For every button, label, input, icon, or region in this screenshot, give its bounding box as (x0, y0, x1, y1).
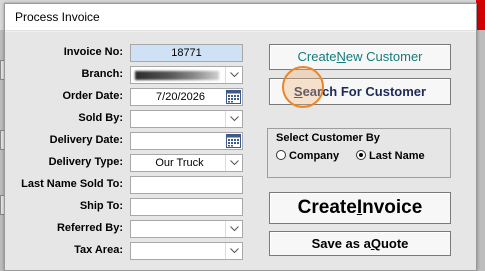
select-customer-by-group: Select Customer By Company Last Name (267, 128, 451, 178)
radio-last-name[interactable]: Last Name (356, 150, 425, 162)
create-new-customer-button[interactable]: Create New Customer (269, 44, 451, 70)
search-customer-label-post: earch For Customer (302, 84, 427, 99)
select-customer-by-title: Select Customer By (276, 132, 380, 144)
delivery-type-dropdown-button[interactable] (225, 155, 242, 171)
chevron-down-icon (230, 160, 239, 166)
sold-by-select[interactable] (130, 110, 243, 128)
branch-dropdown-button[interactable] (225, 67, 242, 83)
delivery-date-label: Delivery Date: (49, 134, 123, 146)
create-new-customer-accesskey: N (336, 49, 346, 64)
last-name-sold-to-field[interactable] (130, 176, 243, 194)
branch-redacted-value (135, 71, 219, 80)
radio-company[interactable]: Company (276, 150, 339, 162)
search-customer-accesskey: S (293, 84, 303, 99)
calendar-icon (226, 134, 241, 148)
delivery-type-select[interactable]: Our Truck (130, 154, 243, 172)
radio-icon (276, 150, 286, 160)
dialog-title: Process Invoice (15, 10, 100, 24)
create-invoice-button[interactable]: Create Invoice (269, 192, 451, 224)
calendar-icon (226, 90, 241, 104)
radio-icon (356, 150, 366, 160)
dialog-titlebar[interactable]: Process Invoice (5, 4, 476, 31)
create-new-customer-label-post: ew Customer (345, 49, 423, 64)
branch-label: Branch: (81, 68, 123, 80)
sold-by-dropdown-button[interactable] (225, 111, 242, 127)
ship-to-field[interactable] (130, 198, 243, 216)
referred-by-dropdown-button[interactable] (225, 221, 242, 237)
create-new-customer-label-pre: Create (297, 49, 337, 64)
invoice-no-field[interactable]: 18771 (130, 44, 243, 62)
invoice-no-label: Invoice No: (63, 46, 123, 58)
save-quote-accesskey: Q (370, 236, 381, 251)
tax-area-dropdown-button[interactable] (225, 243, 242, 259)
process-invoice-dialog: Process Invoice Invoice No: Branch: Orde… (4, 3, 477, 271)
referred-by-label: Referred By: (56, 222, 123, 234)
radio-company-label: Company (289, 150, 340, 162)
ship-to-label: Ship To: (79, 200, 123, 212)
last-name-sold-to-label: Last Name Sold To: (21, 178, 123, 190)
save-as-quote-button[interactable]: Save as a Quote (269, 231, 451, 256)
invoice-no-value: 18771 (171, 47, 202, 59)
order-date-label: Order Date: (62, 90, 123, 102)
chevron-down-icon (230, 116, 239, 122)
tax-area-select[interactable] (130, 242, 243, 260)
save-quote-label-pre: Save as a (311, 236, 371, 251)
chevron-down-icon (230, 226, 239, 232)
branch-select[interactable] (130, 66, 243, 84)
chevron-down-icon (230, 248, 239, 254)
delivery-date-field[interactable] (130, 132, 243, 150)
referred-by-select[interactable] (130, 220, 243, 238)
search-for-customer-button[interactable]: Search For Customer (269, 78, 451, 105)
radio-last-name-label: Last Name (369, 150, 425, 162)
delivery-type-label: Delivery Type: (48, 156, 123, 168)
delivery-date-calendar-button[interactable] (226, 134, 241, 148)
tax-area-label: Tax Area: (74, 244, 123, 256)
create-invoice-label-pre: Create (297, 197, 357, 218)
save-quote-label-post: uote (380, 236, 409, 251)
sold-by-label: Sold By: (78, 112, 123, 124)
create-invoice-label-post: nvoice (362, 197, 423, 218)
order-date-field[interactable]: 7/20/2026 (130, 88, 243, 106)
chevron-down-icon (230, 72, 239, 78)
order-date-calendar-button[interactable] (226, 90, 241, 104)
dialog-content: Invoice No: Branch: Order Date: Sold By:… (5, 32, 476, 270)
